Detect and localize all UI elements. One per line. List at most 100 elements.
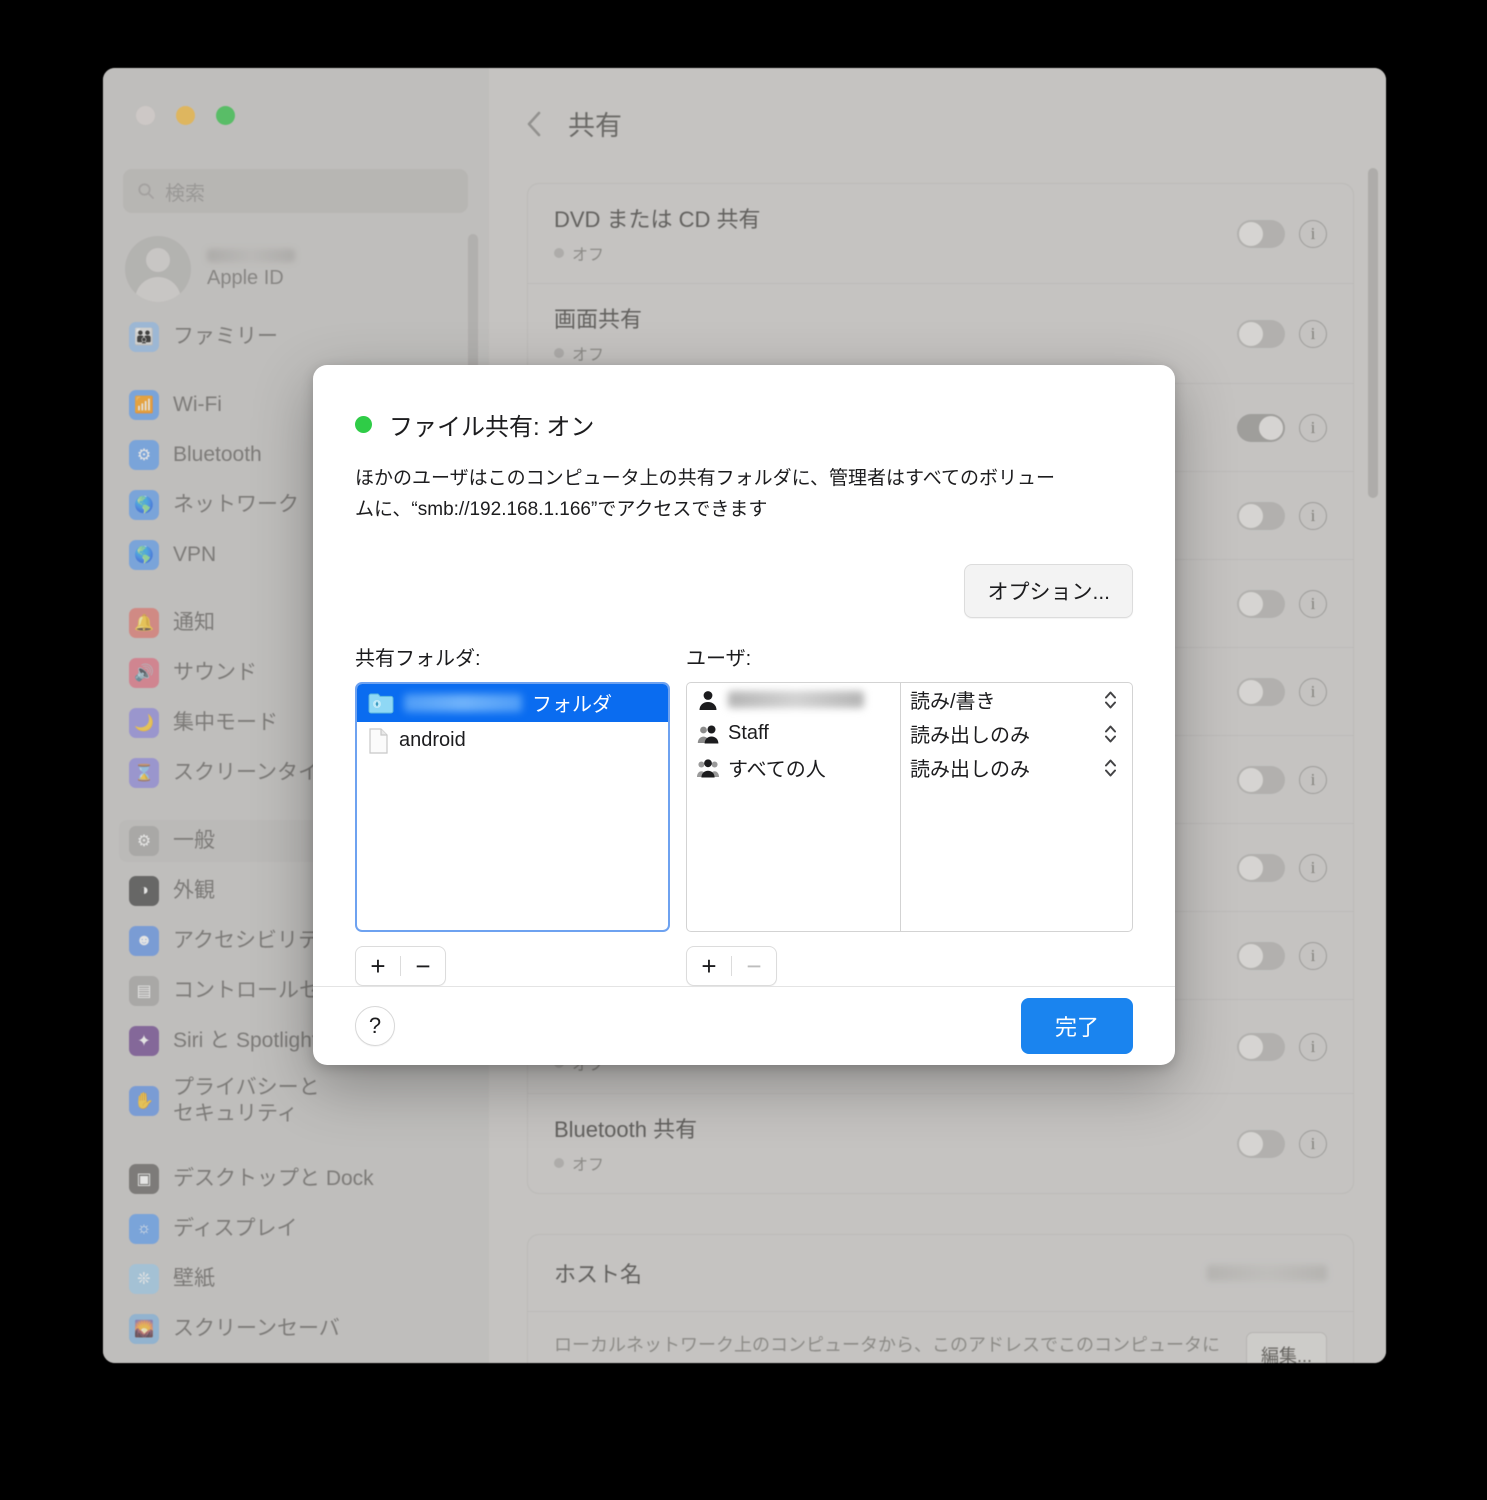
sidebar-item-displays[interactable]: ☼ ディスプレイ xyxy=(119,1208,474,1250)
sidebar-item-label: Wi-Fi xyxy=(173,393,222,417)
add-folder-button[interactable]: + xyxy=(356,947,400,985)
info-icon[interactable]: i xyxy=(1299,589,1327,618)
info-icon[interactable]: i xyxy=(1299,941,1327,970)
edit-hostname-button[interactable]: 編集... xyxy=(1245,1332,1327,1363)
document-icon xyxy=(369,727,388,754)
toggle-switch[interactable] xyxy=(1237,1129,1285,1158)
help-button[interactable]: ? xyxy=(355,1005,395,1046)
sidebar-item-label: プライバシーと セキュリティ xyxy=(173,1076,320,1125)
toggle-switch[interactable] xyxy=(1237,941,1285,970)
group-two-icon xyxy=(697,725,719,744)
family-icon: 👪 xyxy=(129,322,159,352)
sidebar-item-wallpaper[interactable]: ❊ 壁紙 xyxy=(119,1258,474,1300)
hostname-description: ローカルネットワーク上のコンピュータから、このアドレスでこのコンピュータにアクセ… xyxy=(554,1335,1220,1363)
sidebar-item-label: 壁紙 xyxy=(173,1267,215,1291)
apple-id-row[interactable]: Apple ID xyxy=(125,236,295,302)
row-label: 画面共有 xyxy=(554,307,643,332)
users-permission-column: 読み/書き 読み出しのみ 読み出しのみ xyxy=(901,683,1132,931)
status-dot-icon xyxy=(554,1158,564,1168)
users-label: ユーザ: xyxy=(686,647,752,670)
group-three-icon xyxy=(697,758,719,778)
options-button[interactable]: オプション... xyxy=(964,563,1133,618)
gear-icon: ⚙ xyxy=(129,826,159,856)
info-icon[interactable]: i xyxy=(1299,1032,1327,1061)
permission-popup[interactable]: 読み出しのみ xyxy=(901,717,1132,751)
shared-folders-label: 共有フォルダ: xyxy=(355,647,481,670)
sidebar-item-label: 集中モード xyxy=(173,711,278,735)
sidebar-item-label: 外観 xyxy=(173,879,215,903)
sidebar-item-family[interactable]: 👪 ファミリー xyxy=(119,316,474,358)
row-state-label: オフ xyxy=(572,1157,605,1174)
remove-folder-button[interactable]: − xyxy=(401,947,445,985)
status-dot-icon xyxy=(355,416,372,433)
sidebar-item-desktop-dock[interactable]: ▣ デスクトップと Dock xyxy=(119,1158,474,1200)
chevron-updown-icon xyxy=(1105,725,1116,743)
list-item[interactable] xyxy=(687,683,900,717)
toggle-switch[interactable] xyxy=(1237,1032,1285,1061)
done-button[interactable]: 完了 xyxy=(1020,997,1133,1054)
info-icon[interactable]: i xyxy=(1299,677,1327,706)
sidebar-item-privacy-security[interactable]: ✋ プライバシーと セキュリティ xyxy=(119,1070,474,1132)
permission-popup[interactable]: 読み出しのみ xyxy=(901,751,1132,785)
apple-id-label: Apple ID xyxy=(207,266,284,289)
toggle-switch[interactable] xyxy=(1237,765,1285,794)
info-icon[interactable]: i xyxy=(1299,219,1327,248)
sound-icon: 🔊 xyxy=(129,658,159,688)
sidebar-item-label: スクリーンセーバ xyxy=(173,1317,340,1341)
info-icon[interactable]: i xyxy=(1299,501,1327,530)
toggle-switch[interactable] xyxy=(1237,853,1285,882)
shared-folders-list[interactable]: フォルダ android xyxy=(355,681,670,932)
folder-name-redacted xyxy=(404,693,522,712)
sidebar-item-label: ファミリー xyxy=(173,325,278,349)
sidebar-item-label: Bluetooth xyxy=(173,443,262,467)
bluetooth-icon: ⚙ xyxy=(129,440,159,470)
sidebar-item-screensaver[interactable]: 🌄 スクリーンセーバ xyxy=(119,1308,474,1350)
info-icon[interactable]: i xyxy=(1299,413,1327,442)
list-item[interactable]: android xyxy=(357,722,668,760)
info-icon[interactable]: i xyxy=(1299,1129,1327,1158)
minimize-button[interactable] xyxy=(176,106,195,125)
toggle-switch[interactable] xyxy=(1237,413,1285,442)
folders-add-remove-bar: + − xyxy=(355,945,670,986)
toggle-switch[interactable] xyxy=(1237,589,1285,618)
hostname-label: ホスト名 xyxy=(554,1262,643,1287)
sidebar-item-label: ネットワーク xyxy=(173,493,299,517)
info-icon[interactable]: i xyxy=(1299,853,1327,882)
wallpaper-icon: ❊ xyxy=(129,1264,159,1294)
list-item[interactable]: フォルダ xyxy=(357,683,668,722)
list-item[interactable]: Staff xyxy=(687,717,900,751)
permission-label: 読み出しのみ xyxy=(910,725,1030,748)
back-chevron-icon[interactable] xyxy=(527,111,542,137)
content-scrollbar[interactable] xyxy=(1368,168,1378,498)
public-folder-icon xyxy=(368,693,394,714)
toggle-switch[interactable] xyxy=(1237,501,1285,530)
search-input[interactable]: 検索 xyxy=(123,169,468,213)
table-row[interactable]: Bluetooth 共有 オフ i xyxy=(528,1094,1353,1193)
file-sharing-status: ファイル共有: オン xyxy=(355,407,1133,442)
toggle-switch[interactable] xyxy=(1237,319,1285,348)
users-name-column: Staff すべての人 xyxy=(687,682,901,931)
sidebar-item-label: デスクトップと Dock xyxy=(173,1167,374,1191)
add-user-button[interactable]: + xyxy=(687,947,731,985)
table-row[interactable]: DVD または CD 共有 オフ i xyxy=(528,184,1353,284)
toggle-switch[interactable] xyxy=(1237,677,1285,706)
chevron-updown-icon xyxy=(1105,691,1116,709)
search-icon xyxy=(138,183,154,199)
info-icon[interactable]: i xyxy=(1299,765,1327,794)
display-icon: ☼ xyxy=(129,1214,159,1244)
permission-popup[interactable]: 読み/書き xyxy=(901,683,1132,717)
control-center-icon: ▤ xyxy=(129,976,159,1006)
users-column: ユーザ: Staff すべての人 読み/書き 読み出しのみ 読み出しのみ + − xyxy=(686,642,1133,986)
focus-icon: 🌙 xyxy=(129,708,159,738)
hostname-value-redacted xyxy=(1207,1265,1327,1281)
hostname-card: ホスト名 ローカルネットワーク上のコンピュータから、このアドレスでこのコンピュー… xyxy=(527,1234,1354,1363)
zoom-button[interactable] xyxy=(216,106,235,125)
users-list[interactable]: Staff すべての人 読み/書き 読み出しのみ 読み出しのみ xyxy=(686,681,1133,932)
info-icon[interactable]: i xyxy=(1299,319,1327,348)
toggle-switch[interactable] xyxy=(1237,219,1285,248)
window-controls xyxy=(136,106,235,125)
list-item[interactable]: すべての人 xyxy=(687,751,900,785)
close-button[interactable] xyxy=(136,106,155,125)
sidebar-item-label: 一般 xyxy=(173,829,215,853)
sidebar-item-label: VPN xyxy=(173,543,217,567)
